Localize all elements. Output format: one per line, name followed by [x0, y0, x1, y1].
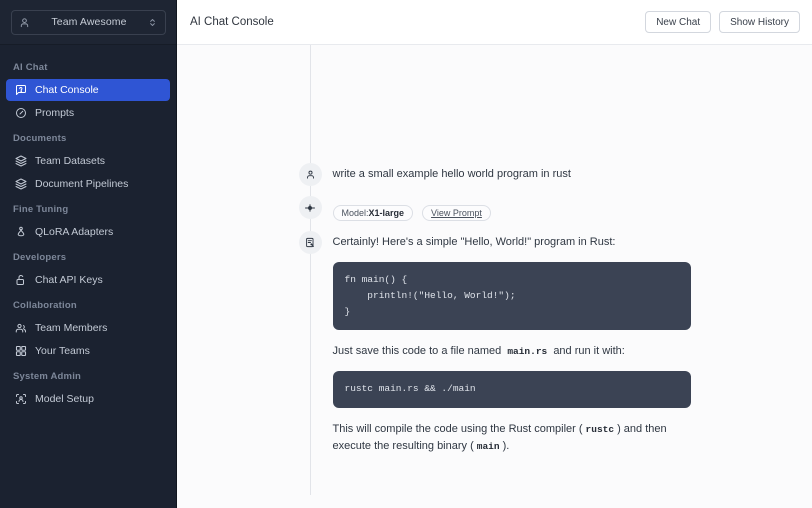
- scan-user-icon: [14, 393, 27, 406]
- model-badge-value: X1-large: [369, 208, 405, 218]
- paragraph-compile-explanation: This will compile the code using the Rus…: [333, 421, 691, 455]
- atom-icon: [14, 226, 27, 239]
- compile-text-c: ).: [503, 440, 510, 452]
- meta-body: Model:X1-large View Prompt: [322, 196, 691, 221]
- top-bar: AI Chat Console New Chat Show History: [177, 0, 812, 45]
- view-prompt-button[interactable]: View Prompt: [422, 205, 491, 221]
- top-bar-actions: New Chat Show History: [645, 11, 800, 33]
- save-text-b: and run it with:: [553, 345, 625, 357]
- inline-code-mainrs: main.rs: [504, 346, 550, 357]
- assistant-message-body: Certainly! Here's a simple "Hello, World…: [322, 231, 691, 455]
- nav-section-documents: Documents: [0, 125, 176, 149]
- users-icon: [14, 322, 27, 335]
- chevron-up-down-icon: [147, 15, 159, 29]
- show-history-button[interactable]: Show History: [719, 11, 800, 33]
- chat-message-meta: Model:X1-large View Prompt: [299, 196, 691, 221]
- sidebar-item-label: Team Members: [35, 322, 107, 334]
- nav-section-fine-tuning: Fine Tuning: [0, 196, 176, 220]
- sidebar-item-model-setup[interactable]: Model Setup: [6, 388, 170, 410]
- lock-open-icon: [14, 274, 27, 287]
- assistant-bot-icon: [299, 231, 322, 254]
- user-avatar-icon: [299, 163, 322, 186]
- team-selector-label: Team Awesome: [32, 16, 147, 28]
- settings-node-icon: [299, 196, 322, 219]
- sidebar-item-chat-api-keys[interactable]: Chat API Keys: [6, 269, 170, 291]
- sidebar-item-team-datasets[interactable]: Team Datasets: [6, 150, 170, 172]
- code-block-shell[interactable]: rustc main.rs && ./main: [333, 371, 691, 407]
- assistant-intro-text: Certainly! Here's a simple "Hello, World…: [333, 235, 691, 251]
- sidebar-item-team-members[interactable]: Team Members: [6, 317, 170, 339]
- layers-icon: [14, 155, 27, 168]
- compile-text-a: This will compile the code using the Rus…: [333, 423, 583, 435]
- nav-section-ai-chat: AI Chat: [0, 54, 176, 78]
- user-icon: [18, 15, 32, 29]
- sidebar-item-label: Your Teams: [35, 345, 90, 357]
- team-selector[interactable]: Team Awesome: [11, 10, 166, 35]
- chat-bubble-icon: [14, 84, 27, 97]
- view-prompt-label: View Prompt: [431, 208, 482, 218]
- sidebar-item-prompts[interactable]: Prompts: [6, 102, 170, 124]
- sidebar-header: Team Awesome: [0, 0, 176, 45]
- sidebar-nav: AI Chat Chat Console Prompts Documents T: [0, 45, 176, 508]
- sidebar-item-qlora-adapters[interactable]: QLoRA Adapters: [6, 221, 170, 243]
- user-message-body: write a small example hello world progra…: [322, 163, 691, 186]
- sidebar-item-label: QLoRA Adapters: [35, 226, 113, 238]
- sidebar-item-chat-console[interactable]: Chat Console: [6, 79, 170, 101]
- sidebar-item-label: Prompts: [35, 107, 74, 119]
- meta-pills: Model:X1-large View Prompt: [333, 200, 691, 221]
- chat-thread: write a small example hello world progra…: [299, 45, 691, 455]
- sidebar: Team Awesome AI Chat Chat Console Prompt…: [0, 0, 177, 508]
- app-root: Team Awesome AI Chat Chat Console Prompt…: [0, 0, 812, 508]
- sidebar-item-document-pipelines[interactable]: Document Pipelines: [6, 173, 170, 195]
- code-block-rust[interactable]: fn main() { println!("Hello, World!"); }: [333, 262, 691, 330]
- sidebar-item-your-teams[interactable]: Your Teams: [6, 340, 170, 362]
- sidebar-item-label: Chat API Keys: [35, 274, 103, 286]
- chat-content[interactable]: write a small example hello world progra…: [177, 45, 812, 508]
- main-area: AI Chat Console New Chat Show History wr…: [177, 0, 812, 508]
- new-chat-button[interactable]: New Chat: [645, 11, 711, 33]
- nav-section-collaboration: Collaboration: [0, 292, 176, 316]
- chat-message-assistant: Certainly! Here's a simple "Hello, World…: [299, 231, 691, 455]
- sidebar-item-label: Document Pipelines: [35, 178, 128, 190]
- model-badge-prefix: Model:: [342, 208, 369, 218]
- nav-section-system-admin: System Admin: [0, 363, 176, 387]
- inline-code-main: main: [474, 441, 503, 452]
- user-message-text: write a small example hello world progra…: [333, 167, 691, 183]
- inline-code-rustc: rustc: [583, 424, 618, 435]
- layers-icon: [14, 178, 27, 191]
- page-title: AI Chat Console: [190, 16, 645, 28]
- nav-section-developers: Developers: [0, 244, 176, 268]
- model-badge: Model:X1-large: [333, 205, 414, 221]
- grid-icon: [14, 345, 27, 358]
- gauge-icon: [14, 107, 27, 120]
- sidebar-item-label: Team Datasets: [35, 155, 105, 167]
- paragraph-save-instructions: Just save this code to a file named main…: [333, 343, 691, 360]
- chat-message-user: write a small example hello world progra…: [299, 163, 691, 186]
- sidebar-item-label: Model Setup: [35, 393, 94, 405]
- sidebar-item-label: Chat Console: [35, 84, 99, 96]
- save-text-a: Just save this code to a file named: [333, 345, 502, 357]
